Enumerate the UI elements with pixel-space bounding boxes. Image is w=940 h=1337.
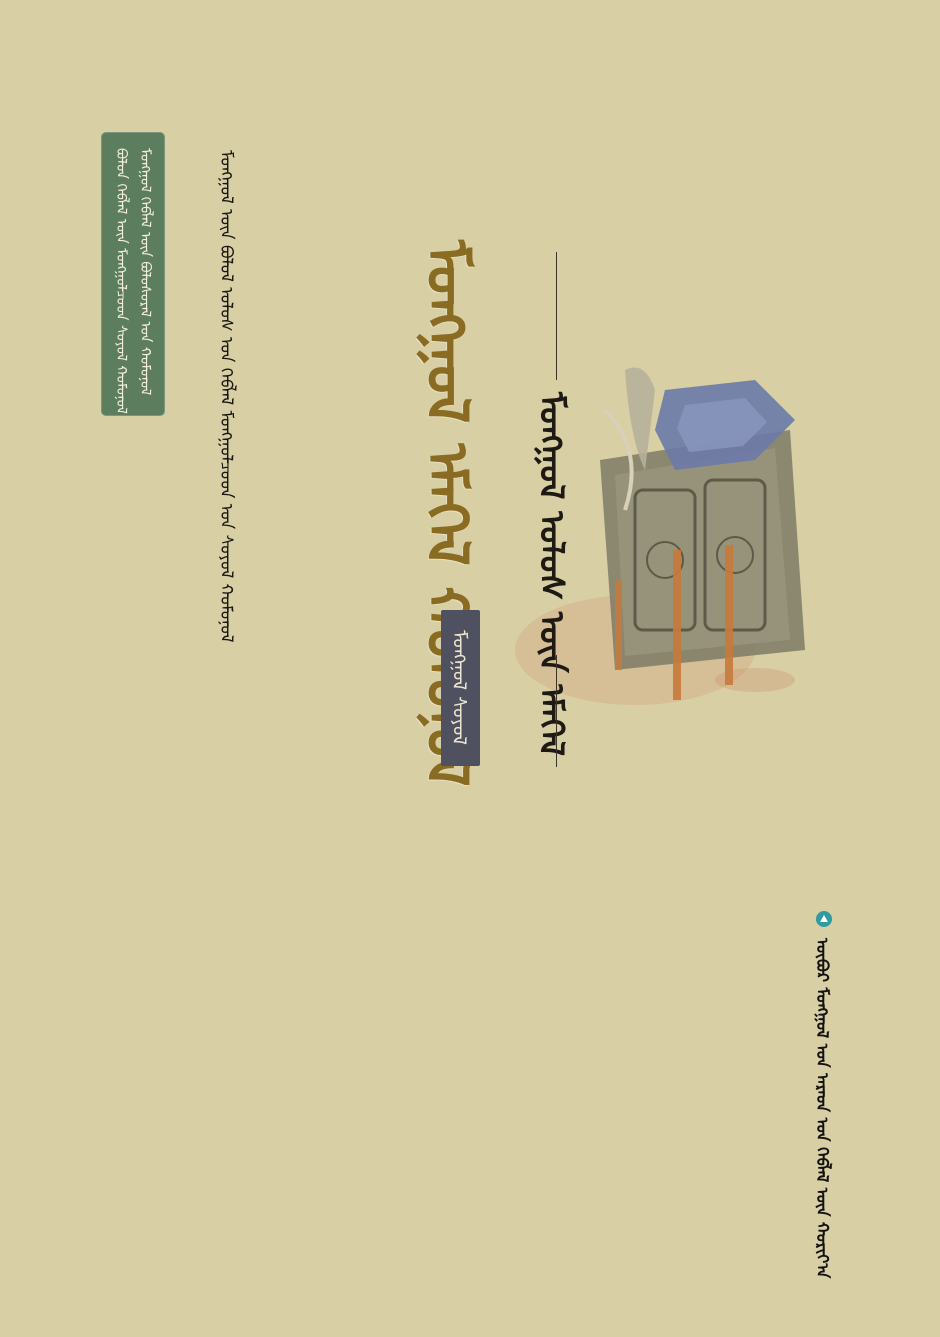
subtitle-rule-bottom — [556, 655, 557, 767]
series-badge: ᠮᠣᠩᠭᠣᠯ ᠰᠤᠶᠤᠯ — [441, 610, 480, 766]
publisher-name: ᠥᠪᠦᠷ ᠮᠣᠩᠭᠣᠯ ᠤᠨ ᠠᠷᠠᠳ ᠤᠨ ᠬᠡᠪᠯᠡᠯ ᠦᠨ ᠬᠣᠷᠢᠶ᠎ᠠ — [813, 938, 832, 1279]
publisher-logo-icon — [816, 911, 832, 927]
series-label: ᠮᠣᠩᠭᠣᠯ ᠰᠤᠶᠤᠯ — [448, 630, 470, 745]
author-line: ᠮᠣᠩᠭᠣᠯ ᠦᠨ ᠪᠣᠯᠣᠯ ᠤᠯᠤᠰ ᠤᠨ ᠬᠡᠪᠯᠡᠯ ᠮᠣᠩᠭᠣᠯᠴᠤᠳ… — [216, 150, 236, 643]
collection-label: ᠪᠣᠯᠣᠨ ᠬᠡᠪᠯᠡᠯ ᠦᠨ ᠮᠣᠩᠭᠣᠯᠴᠤᠳ ᠰᠤᠶᠤᠯ ᠬᠣᠮᠣᠨᠣᠯ … — [101, 132, 165, 416]
book-title: ᠮᠣᠩᠭᠣᠯ ᠡᠮᠡᠭᠡᠯ ᠬᠣᠮᠣᠨᠣᠯ — [413, 240, 481, 787]
collection-label-line-2: ᠮᠣᠩᠭᠣᠯ ᠬᠡᠪᠯᠡᠯ ᠦᠨ ᠪᠣᠯᠣᠰᠤᠷᠠᠯ ᠤᠨ ᠬᠣᠮᠣᠨᠣᠯ — [137, 148, 153, 396]
book-subtitle: ᠮᠣᠩᠭᠣᠯ ᠤᠯᠤᠰ ᠦᠨ ᠡᠮᠡᠭᠡᠯ — [531, 392, 571, 757]
collection-label-line-1: ᠪᠣᠯᠣᠨ ᠬᠡᠪᠯᠡᠯ ᠦᠨ ᠮᠣᠩᠭᠣᠯᠴᠤᠳ ᠰᠤᠶᠤᠯ ᠬᠣᠮᠣᠨᠣᠯ — [113, 148, 129, 414]
book-cover: ᠮᠣᠩᠭᠣᠯ ᠡᠮᠡᠭᠡᠯ ᠬᠣᠮᠣᠨᠣᠯ ᠮᠣᠩᠭᠣᠯ ᠰᠤᠶᠤᠯ ᠮᠣᠩᠭᠣ… — [0, 0, 940, 1337]
subtitle-rule-top — [556, 252, 557, 380]
